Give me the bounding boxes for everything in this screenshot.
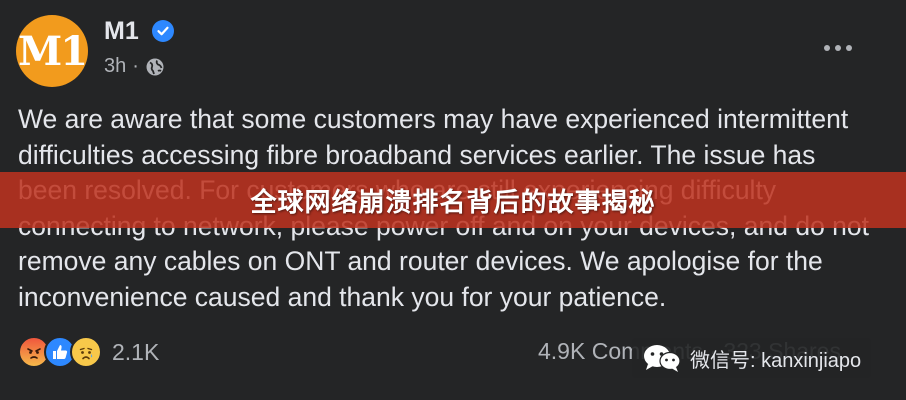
- verified-badge-icon: [152, 20, 174, 42]
- globe-icon[interactable]: [145, 57, 165, 77]
- page-avatar[interactable]: M1: [16, 15, 88, 87]
- reaction-summary[interactable]: 2.1K: [18, 336, 159, 368]
- m1-logo: M1: [17, 27, 88, 75]
- more-dot: [824, 45, 830, 51]
- more-dot: [835, 45, 841, 51]
- overlay-banner: 全球网络崩溃排名背后的故事揭秘: [0, 172, 906, 228]
- page-name[interactable]: M1: [104, 17, 139, 46]
- reaction-count[interactable]: 2.1K: [112, 339, 159, 366]
- post-timestamp[interactable]: 3h: [104, 55, 126, 78]
- meta-separator: ·: [132, 55, 139, 77]
- watermark-text: 微信号: kanxinjiapo: [690, 349, 862, 372]
- more-options-icon[interactable]: [824, 38, 860, 58]
- banner-headline: 全球网络崩溃排名背后的故事揭秘: [250, 186, 656, 217]
- post-meta: 3h ·: [104, 55, 165, 78]
- wechat-watermark: 微信号: kanxinjiapo: [632, 338, 872, 378]
- more-dot: [846, 45, 852, 51]
- facebook-post: M1 M1 3h · We are aware that some custom…: [0, 0, 906, 400]
- sad-reaction-icon: [70, 336, 102, 368]
- wechat-icon: [644, 345, 681, 372]
